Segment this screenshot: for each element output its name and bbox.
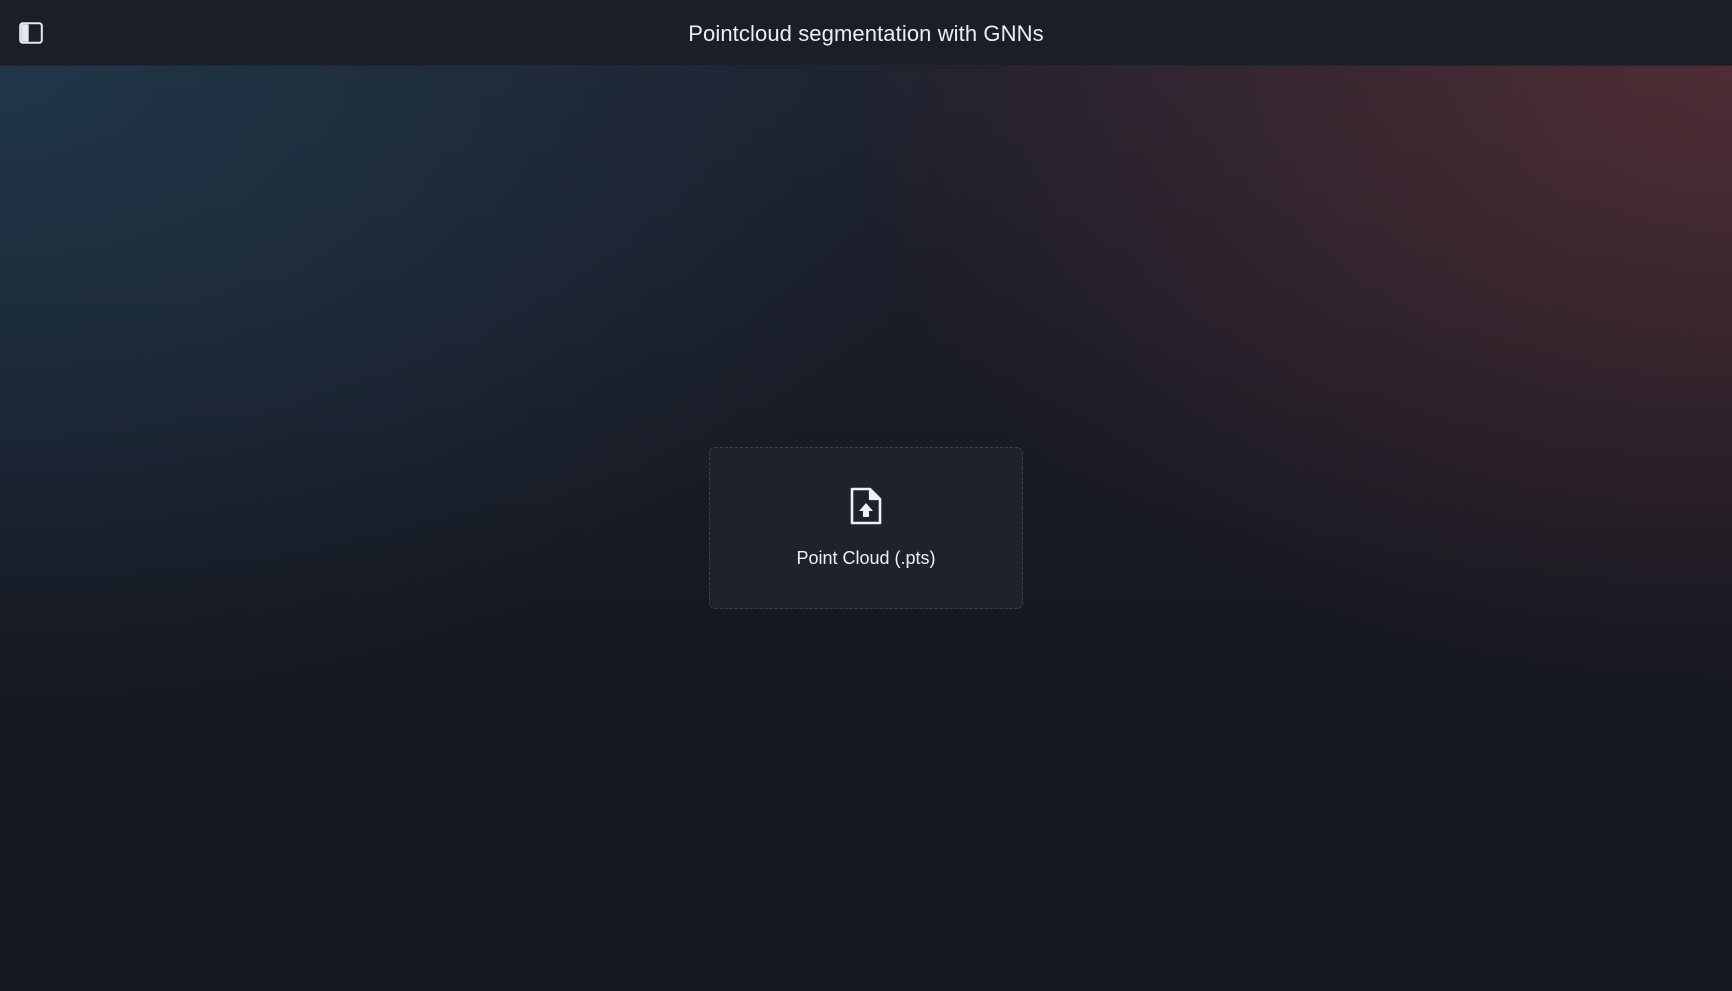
point-cloud-upload-dropzone[interactable]: Point Cloud (.pts) xyxy=(709,447,1023,609)
app-root: Pointcloud segmentation with GNNs Point … xyxy=(0,0,1732,991)
upload-label: Point Cloud (.pts) xyxy=(796,548,936,568)
file-upload-icon-wrapper xyxy=(710,486,1022,528)
file-upload-icon xyxy=(850,487,882,525)
top-bar: Pointcloud segmentation with GNNs xyxy=(0,0,1732,66)
page-title: Pointcloud segmentation with GNNs xyxy=(688,21,1044,46)
